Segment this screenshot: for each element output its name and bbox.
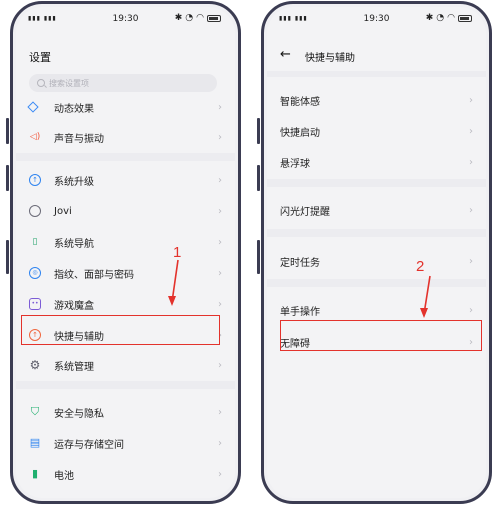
upgrade-icon: ↑ (29, 174, 41, 186)
alarm-icon: ◔ (185, 13, 194, 23)
volume-button (6, 118, 9, 144)
status-bar: ▮▮▮ ▮▮▮ 19:30 ✱ ◔ ◠ (16, 7, 235, 29)
settings-item-system-upgrade[interactable]: ↑ 系统升级 › (16, 167, 235, 193)
chevron-right-icon: › (218, 174, 222, 186)
page-title: 快捷与辅助 (305, 53, 355, 64)
shield-icon: ⛉ (30, 405, 40, 418)
chevron-right-icon: › (469, 255, 473, 267)
settings-item-battery[interactable]: ▮ 电池 › (16, 461, 235, 487)
settings-item-system-management[interactable]: ⚙ 系统管理 › (16, 352, 235, 378)
wifi-icon: ◠ (447, 13, 455, 23)
page-header: ← 快捷与辅助 (267, 45, 486, 65)
settings-item-security-privacy[interactable]: ⛉ 安全与隐私 › (16, 399, 235, 425)
annotation-arrow (420, 275, 431, 318)
highlight-box-shortcut-assist (21, 315, 220, 345)
battery-status-icon (207, 14, 221, 22)
bluetooth-icon: ✱ (425, 13, 434, 23)
wifi-icon: ◠ (196, 13, 204, 23)
volume-button (257, 118, 260, 144)
settings-item-jovi[interactable]: Jovi › (16, 198, 235, 224)
power-button (257, 240, 260, 274)
shortcut-assist-screen: ▮▮▮ ▮▮▮ 19:30 ✱ ◔ ◠ ← 快捷与辅助 智能体感 › 快捷启动 … (267, 7, 486, 498)
highlight-box-accessibility (280, 320, 482, 351)
game-box-icon: •• (29, 298, 41, 310)
jovi-icon (29, 205, 41, 217)
alarm-icon: ◔ (436, 13, 445, 23)
volume-button (6, 165, 9, 191)
chevron-right-icon: › (218, 267, 222, 279)
page-title: 设置 (29, 51, 51, 64)
search-placeholder: 搜索设置项 (49, 78, 89, 88)
chevron-right-icon: › (218, 437, 222, 449)
divider (267, 71, 486, 77)
step-number-2: 2 (416, 258, 425, 275)
chevron-right-icon: › (218, 101, 222, 113)
chevron-right-icon: › (469, 94, 473, 106)
power-button (6, 240, 9, 274)
setting-item-quick-launch[interactable]: 快捷启动 › (267, 118, 486, 144)
navigation-icon: ▯ (32, 237, 38, 247)
chevron-right-icon: › (218, 468, 222, 480)
chevron-right-icon: › (469, 304, 473, 316)
divider (267, 229, 486, 237)
battery-icon: ▮ (31, 467, 39, 480)
chevron-right-icon: › (218, 205, 222, 217)
setting-item-floating-ball[interactable]: 悬浮球 › (267, 149, 486, 175)
divider (267, 279, 486, 287)
settings-item-memory-storage[interactable]: ▤ 运存与存储空间 › (16, 430, 235, 456)
setting-item-scheduled-task[interactable]: 定时任务 › (267, 248, 486, 274)
chevron-right-icon: › (218, 359, 222, 371)
back-arrow-icon[interactable]: ← (280, 47, 291, 62)
phone-settings: ▮▮▮ ▮▮▮ 19:30 ✱ ◔ ◠ 设置 搜索设置项 动态效果 › ◁) 声… (10, 1, 241, 504)
bluetooth-icon: ✱ (174, 13, 183, 23)
chevron-right-icon: › (218, 236, 222, 248)
setting-item-flash-alert[interactable]: 闪光灯提醒 › (267, 197, 486, 223)
search-icon (37, 79, 45, 87)
annotation-arrow (168, 259, 179, 306)
diamond-icon (27, 101, 39, 113)
gear-icon: ⚙ (29, 358, 41, 372)
chevron-right-icon: › (218, 406, 222, 418)
settings-item-motion-effects[interactable]: 动态效果 › (16, 94, 235, 120)
chevron-right-icon: › (469, 125, 473, 137)
divider (16, 153, 235, 161)
settings-item-game-box[interactable]: •• 游戏魔盒 › (16, 291, 235, 317)
speaker-icon: ◁) (29, 132, 41, 142)
battery-status-icon (458, 14, 472, 22)
settings-screen: ▮▮▮ ▮▮▮ 19:30 ✱ ◔ ◠ 设置 搜索设置项 动态效果 › ◁) 声… (16, 7, 235, 498)
chevron-right-icon: › (218, 131, 222, 143)
settings-item-sound-vibration[interactable]: ◁) 声音与振动 › (16, 124, 235, 150)
fingerprint-icon: ◎ (29, 267, 41, 279)
volume-button (257, 165, 260, 191)
chevron-right-icon: › (469, 204, 473, 216)
storage-icon: ▤ (29, 436, 41, 449)
chevron-right-icon: › (218, 298, 222, 310)
status-bar: ▮▮▮ ▮▮▮ 19:30 ✱ ◔ ◠ (267, 7, 486, 29)
divider (267, 179, 486, 187)
chevron-right-icon: › (469, 156, 473, 168)
settings-item-system-navigation[interactable]: ▯ 系统导航 › (16, 229, 235, 255)
phone-shortcut-assist: ▮▮▮ ▮▮▮ 19:30 ✱ ◔ ◠ ← 快捷与辅助 智能体感 › 快捷启动 … (261, 1, 492, 504)
setting-item-smart-motion[interactable]: 智能体感 › (267, 87, 486, 113)
settings-item-fingerprint-face-password[interactable]: ◎ 指纹、面部与密码 › (16, 260, 235, 286)
divider (16, 381, 235, 389)
search-input[interactable]: 搜索设置项 (29, 74, 217, 92)
